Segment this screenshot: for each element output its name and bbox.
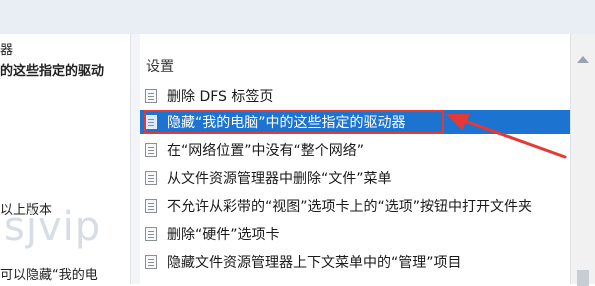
list-item-label: 不允许从彩带的“视图”选项卡上的“选项”按钮中打开文件夹 — [167, 199, 533, 215]
watermark: sjvip — [4, 204, 102, 250]
policy-setting-icon — [145, 115, 157, 129]
policy-setting-icon — [145, 89, 157, 103]
scroll-up-arrow-icon[interactable] — [577, 56, 589, 63]
list-item[interactable]: 隐藏文件资源管理器上下文菜单中的“管理”项目 — [140, 250, 570, 274]
policy-setting-icon — [145, 227, 157, 241]
list-item-label: 在“网络位置”中没有“整个网络” — [167, 143, 365, 159]
list-item-label: 隐藏“我的电脑”中的这些指定的驱动器 — [167, 115, 406, 131]
policy-setting-icon — [145, 255, 157, 269]
top-bar — [0, 0, 595, 35]
list-item[interactable]: 删除“硬件”选项卡 — [140, 222, 570, 246]
list-item-label: 删除“硬件”选项卡 — [167, 227, 280, 243]
list-item-label: 隐藏文件资源管理器上下文菜单中的“管理”项目 — [167, 255, 462, 271]
left-pane-line-1: 的这些指定的驱动 — [0, 64, 105, 79]
policy-setting-icon — [145, 143, 157, 157]
annotation-arrow-icon — [446, 114, 567, 159]
column-header-settings[interactable]: 设置 — [146, 56, 174, 76]
list-item[interactable]: 不允许从彩带的“视图”选项卡上的“选项”按钮中打开文件夹 — [140, 194, 570, 218]
list-item[interactable]: 从文件资源管理器中删除“文件”菜单 — [140, 166, 570, 190]
vertical-scrollbar[interactable] — [570, 34, 595, 286]
policy-setting-icon — [145, 171, 157, 185]
left-pane: 器 的这些指定的驱动 以上版本 sjvip 可以隐藏“我的电 — [0, 34, 130, 284]
list-item-label: 删除 DFS 标签页 — [167, 89, 274, 105]
left-pane-line-3: 可以隐藏“我的电 — [0, 268, 98, 283]
list-item[interactable]: 删除 DFS 标签页 — [140, 84, 570, 108]
policy-setting-icon — [145, 199, 157, 213]
list-item-label: 从文件资源管理器中删除“文件”菜单 — [167, 171, 392, 187]
